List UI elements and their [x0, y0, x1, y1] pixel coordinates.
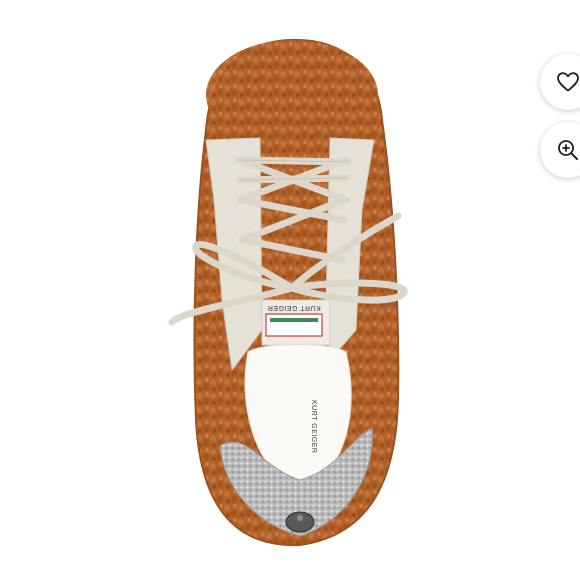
product-image-viewer: KURT GEIGER KURT GEIGER [0, 0, 580, 580]
zoom-in-icon [558, 140, 578, 160]
product-image: KURT GEIGER KURT GEIGER [168, 38, 408, 547]
toe-cap [206, 40, 378, 150]
tongue-label [265, 313, 323, 337]
insole-brand-text: KURT GEIGER [310, 400, 317, 453]
tongue-brand-text: KURT GEIGER [267, 304, 320, 311]
heart-icon [557, 72, 579, 92]
